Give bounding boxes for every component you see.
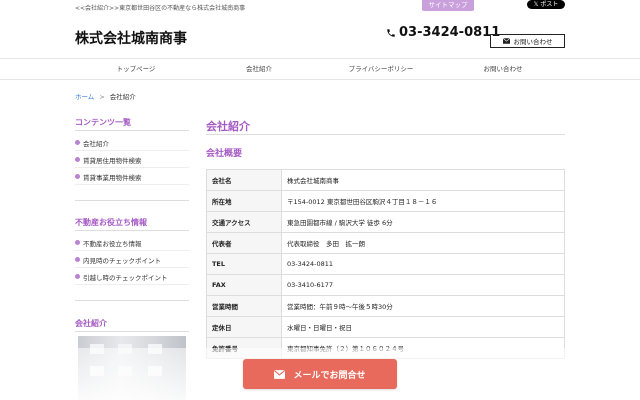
sitemap-button[interactable]: サイトマップ [422, 0, 474, 11]
sidebar-item-moving-checkpoints[interactable]: 引越し時のチェックポイント [75, 269, 189, 285]
sidebar-tips-heading: 不動産お役立ち情報 [75, 218, 147, 227]
table-value: 水曜日・日曜日・祝日 [281, 316, 565, 338]
sidebar-divider [75, 331, 189, 332]
sidebar-item-label: 賃貸居住用物件検索 [83, 156, 142, 165]
sidebar-contents-heading: コンテンツ一覧 [75, 118, 131, 127]
table-value: 03-3410-6177 [281, 274, 565, 296]
company-info-table: 会社名 株式会社城南商事 所在地 〒154-0012 東京都世田谷区駒沢４丁目１８－… [206, 169, 565, 359]
sidebar-item-label: 引越し時のチェックポイント [83, 273, 168, 282]
table-value: 東急田園都市線 / 駒沢大学 徒歩 6分 [281, 211, 565, 233]
table-key: TEL [206, 253, 282, 275]
table-row: 代表者 代表取締役 多田 拡一朗 [206, 232, 565, 254]
table-row: 営業時間 営業時間：午前９時〜午後５時30分 [206, 295, 565, 317]
nav-item-company[interactable]: 会社紹介 [199, 59, 319, 81]
table-value: 営業時間：午前９時〜午後５時30分 [281, 295, 565, 317]
table-key: FAX [206, 274, 282, 296]
breadcrumb-home[interactable]: ホーム [75, 93, 94, 101]
table-row: TEL 03-3424-0811 [206, 253, 565, 275]
bullet-icon [75, 157, 80, 162]
table-row: 所在地 〒154-0012 東京都世田谷区駒沢４丁目１８－１６ [206, 190, 565, 212]
table-value: 03-3424-0811 [281, 253, 565, 275]
table-row: 交通アクセス 東急田園都市線 / 駒沢大学 徒歩 6分 [206, 211, 565, 233]
table-key: 定休日 [206, 316, 282, 338]
contact-button[interactable]: お問い合わせ [490, 34, 565, 48]
sidebar-item-business-search[interactable]: 賃貸事業用物件検索 [75, 169, 189, 185]
table-row: 会社名 株式会社城南商事 [206, 169, 565, 191]
bullet-icon [75, 240, 80, 245]
nav-item-privacy[interactable]: プライバシーポリシー [321, 59, 441, 81]
bullet-icon [75, 140, 80, 145]
sidebar-divider [75, 130, 189, 131]
bullet-icon [75, 274, 80, 279]
breadcrumb: ホーム > 会社紹介 [75, 91, 136, 101]
title-divider [206, 134, 565, 135]
bullet-icon [75, 257, 80, 262]
mail-icon [502, 38, 510, 44]
sidebar-item-viewing-checkpoints[interactable]: 内見時のチェックポイント [75, 252, 189, 268]
table-value: 〒154-0012 東京都世田谷区駒沢４丁目１８－１６ [281, 190, 565, 212]
table-value: 代表取締役 多田 拡一朗 [281, 232, 565, 254]
mail-icon [274, 369, 286, 379]
global-nav: トップページ 会社紹介 プライバシーポリシー お問い合わせ [0, 58, 640, 80]
phone-icon [387, 28, 395, 37]
x-post-label: ポスト [540, 1, 559, 8]
sidebar-item-label: 会社紹介 [83, 139, 109, 148]
x-post-button[interactable]: 𝕏 ポスト [527, 0, 565, 9]
site-title[interactable]: 株式会社城南商事 [75, 28, 187, 48]
table-row: 定休日 水曜日・日曜日・祝日 [206, 316, 565, 338]
mail-contact-button[interactable]: メールでお問合せ [243, 359, 397, 389]
sidebar-item-tips[interactable]: 不動産お役立ち情報 [75, 235, 189, 251]
nav-item-top[interactable]: トップページ [76, 59, 196, 81]
contact-label: お問い合わせ [513, 38, 553, 46]
table-row: FAX 03-3410-6177 [206, 274, 565, 296]
sidebar-item-label: 不動産お役立ち情報 [83, 239, 142, 248]
table-key: 所在地 [206, 190, 282, 212]
sidebar-intro-heading: 会社紹介 [75, 319, 107, 328]
page-title: 会社紹介 [206, 120, 250, 133]
breadcrumb-current: 会社紹介 [109, 93, 136, 101]
section-title: 会社概要 [206, 149, 243, 159]
mail-contact-label: メールでお問合せ [293, 370, 366, 381]
sidebar-item-residential-search[interactable]: 賃貸居住用物件検索 [75, 152, 189, 168]
table-key: 会社名 [206, 169, 282, 191]
sidebar-item-label: 賃貸事業用物件検索 [83, 173, 142, 182]
sidebar-divider [75, 230, 189, 231]
table-value: 株式会社城南商事 [281, 169, 565, 191]
tagline: <<会社紹介>>東京都世田谷区の不動産なら株式会社城南商事 [75, 5, 246, 12]
table-key: 営業時間 [206, 295, 282, 317]
phone-text: 03-3424-0811 [399, 25, 501, 40]
table-key: 代表者 [206, 232, 282, 254]
table-key: 交通アクセス [206, 211, 282, 233]
sidebar-divider [75, 300, 189, 301]
sidebar-divider [75, 200, 189, 201]
top-bar: <<会社紹介>>東京都世田谷区の不動産なら株式会社城南商事 サイトマップ 𝕏 ポ… [0, 0, 640, 12]
phone-number: 03-3424-0811 [386, 25, 500, 40]
sidebar-item-company[interactable]: 会社紹介 [75, 135, 189, 151]
sidebar-item-label: 内見時のチェックポイント [83, 256, 161, 265]
breadcrumb-separator: > [99, 93, 105, 101]
bullet-icon [75, 174, 80, 179]
nav-item-contact[interactable]: お問い合わせ [443, 59, 563, 81]
